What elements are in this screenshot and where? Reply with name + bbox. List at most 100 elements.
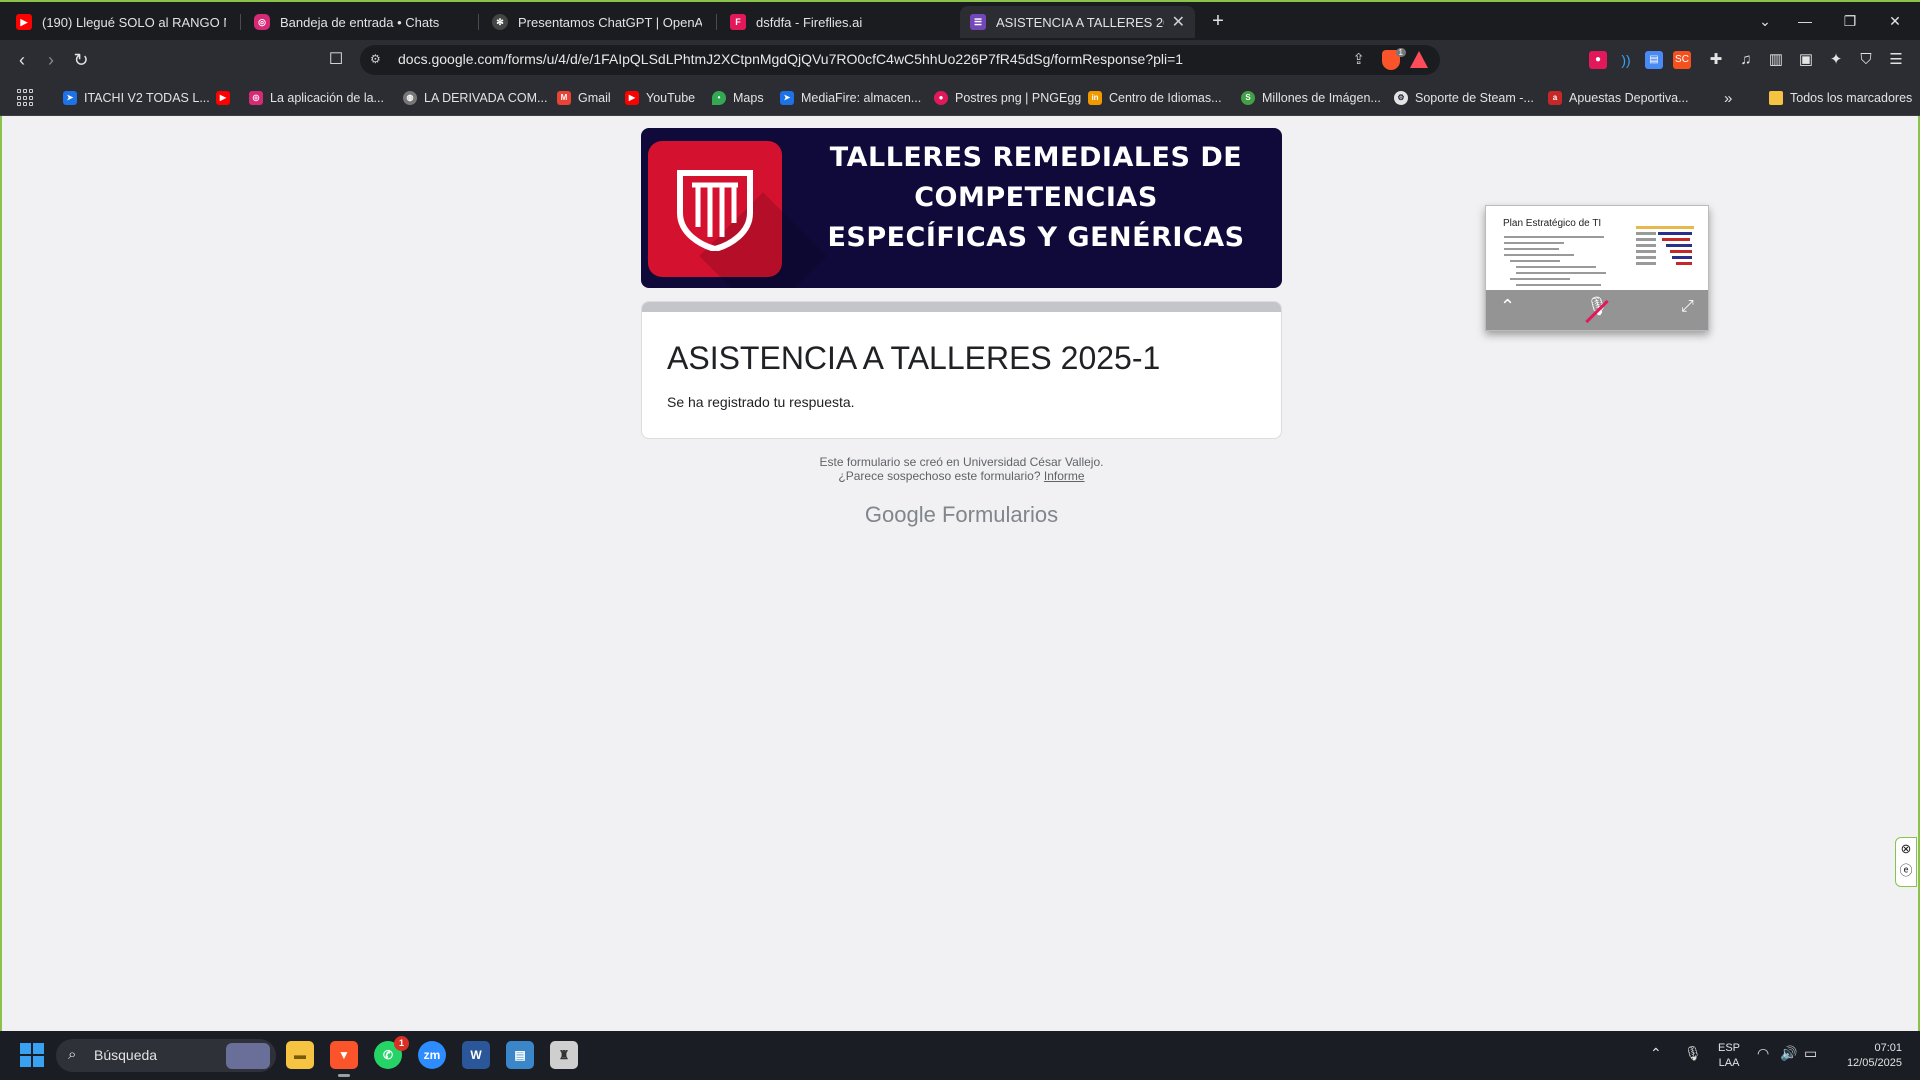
- show-hidden-icons-chevron-icon[interactable]: ⌃: [1650, 1045, 1662, 1062]
- slide-chart-row: [1636, 238, 1656, 241]
- extension-circle-icon[interactable]: ⓔ: [1896, 860, 1916, 882]
- card-accent-bar: [642, 302, 1281, 312]
- bookmark-label: LA DERIVADA COM...: [424, 91, 548, 105]
- menu-icon[interactable]: ☰: [1887, 51, 1905, 69]
- docs-extension-icon[interactable]: ▤: [1645, 51, 1663, 69]
- suspicious-question: ¿Parece sospechoso este formulario?: [838, 469, 1041, 483]
- tab-asistencia[interactable]: ☰ ASISTENCIA A TALLERES 2025- ✕: [960, 6, 1195, 38]
- expand-icon[interactable]: ⤢: [1681, 298, 1694, 316]
- bookmark-label: MediaFire: almacen...: [801, 91, 922, 105]
- tab-chatgpt[interactable]: ✻ Presentamos ChatGPT | OpenAI: [482, 6, 712, 38]
- maps-icon: •: [712, 91, 726, 105]
- bookmark-item[interactable]: a Apuestas Deportiva...: [1548, 89, 1689, 107]
- media-icon[interactable]: ♫: [1737, 51, 1755, 69]
- battery-icon[interactable]: ▭: [1804, 1045, 1817, 1062]
- bookmark-icon[interactable]: ☐: [323, 48, 349, 72]
- google-forms-brand[interactable]: Google Formularios: [641, 502, 1282, 528]
- tab-instagram[interactable]: ◎ Bandeja de entrada • Chats: [244, 6, 474, 38]
- picture-in-picture-preview[interactable]: Plan Estratégico de TI ⌃ 🎙 ⤢: [1485, 205, 1709, 331]
- restore-icon[interactable]: ❐: [1830, 8, 1870, 34]
- bookmark-item[interactable]: M Gmail: [557, 89, 611, 107]
- tab-separator: [716, 14, 717, 30]
- brave-rewards-icon[interactable]: [1410, 51, 1428, 68]
- sc-extension-icon[interactable]: SC: [1673, 51, 1691, 69]
- bookmark-item[interactable]: ➤ ITACHI V2 TODAS L...: [63, 89, 210, 107]
- vpn-shield-icon[interactable]: ⛉: [1857, 51, 1875, 69]
- shields-badge: 1: [1395, 48, 1406, 57]
- bookmark-item[interactable]: ⚙ Soporte de Steam -...: [1394, 89, 1534, 107]
- notepad-icon[interactable]: ▤: [506, 1041, 534, 1069]
- audio-extension-icon[interactable]: )): [1617, 51, 1635, 69]
- fireflies-extension-icon[interactable]: ●: [1589, 51, 1607, 69]
- bookmark-label: La aplicación de la...: [270, 91, 384, 105]
- mediafire-icon: ➤: [780, 91, 794, 105]
- volume-icon[interactable]: 🔊: [1780, 1045, 1797, 1062]
- slide-line: [1516, 272, 1606, 274]
- word-icon[interactable]: W: [462, 1041, 490, 1069]
- tab-title: ASISTENCIA A TALLERES 2025-: [996, 14, 1164, 30]
- wallet-icon[interactable]: ▣: [1797, 51, 1815, 69]
- url-text[interactable]: docs.google.com/forms/u/4/d/e/1FAIpQLSdL…: [398, 51, 1183, 67]
- leo-ai-icon[interactable]: ✦: [1827, 51, 1845, 69]
- forward-icon[interactable]: ›: [38, 48, 64, 72]
- slide-chart-row: [1636, 256, 1656, 259]
- extensions-puzzle-icon[interactable]: ✚: [1707, 51, 1725, 69]
- share-icon[interactable]: ⇪: [1352, 50, 1365, 68]
- windows-start-icon[interactable]: [20, 1043, 44, 1067]
- close-window-icon[interactable]: ✕: [1875, 8, 1915, 34]
- bookmark-item[interactable]: • Maps: [712, 89, 764, 107]
- zoom-icon[interactable]: zm: [418, 1041, 446, 1069]
- bookmark-label: Millones de Imágen...: [1262, 91, 1381, 105]
- new-tab-button[interactable]: +: [1205, 8, 1231, 34]
- app-icon[interactable]: ♜: [550, 1041, 578, 1069]
- report-link[interactable]: Informe: [1044, 469, 1085, 483]
- slide-line: [1510, 260, 1560, 262]
- forms-wordmark: Formularios: [941, 502, 1059, 527]
- shield-logo-icon: [677, 170, 753, 251]
- bookmark-item[interactable]: ▶: [216, 89, 237, 107]
- bookmarks-bar: ➤ ITACHI V2 TODAS L... ▶ ◎ La aplicación d…: [0, 80, 1920, 116]
- banner-line: ESPECÍFICAS Y GENÉRICAS: [827, 222, 1245, 253]
- back-icon[interactable]: ‹: [9, 48, 35, 72]
- banner-line: COMPETENCIAS: [914, 182, 1158, 213]
- reload-icon[interactable]: ↻: [68, 48, 94, 72]
- slide-line: [1504, 236, 1604, 238]
- chevron-up-icon[interactable]: ⌃: [1500, 296, 1515, 317]
- slide-chart-row: [1636, 250, 1656, 253]
- more-bookmarks-button[interactable]: »: [1724, 89, 1732, 107]
- fireflies-icon: F: [730, 14, 746, 30]
- apps-grid-icon[interactable]: [17, 89, 35, 107]
- file-explorer-icon[interactable]: ▬: [286, 1041, 314, 1069]
- tab-fireflies[interactable]: F dsfdfa - Fireflies.ai: [720, 6, 950, 38]
- bookmark-item[interactable]: ◎ La aplicación de la...: [249, 89, 384, 107]
- bookmark-item[interactable]: S Millones de Imágen...: [1241, 89, 1381, 107]
- bookmark-label: Apuestas Deportiva...: [1569, 91, 1689, 105]
- bookmark-item[interactable]: in Centro de Idiomas...: [1088, 89, 1222, 107]
- all-bookmarks-folder[interactable]: Todos los marcadores: [1769, 89, 1912, 107]
- language-indicator[interactable]: ESP LAA: [1718, 1041, 1740, 1071]
- side-widget[interactable]: ⊗ ⓔ: [1895, 837, 1917, 887]
- wifi-icon[interactable]: ◠: [1757, 1045, 1769, 1062]
- bookmark-item[interactable]: ➤ MediaFire: almacen...: [780, 89, 921, 107]
- bookmark-item[interactable]: ● Postres png | PNGEgg: [934, 89, 1081, 107]
- taskbar-search-box[interactable]: ⌕ Búsqueda: [56, 1039, 276, 1072]
- clock[interactable]: 07:01 12/05/2025: [1832, 1041, 1902, 1071]
- youtube-icon: ▶: [16, 14, 32, 30]
- bookmark-item[interactable]: ▶ YouTube: [625, 89, 695, 107]
- close-circle-icon[interactable]: ⊗: [1896, 838, 1916, 860]
- bookmark-item[interactable]: ◍ LA DERIVADA COM...: [403, 89, 547, 107]
- address-bar[interactable]: ⚙ docs.google.com/forms/u/4/d/e/1FAIpQLS…: [360, 45, 1440, 75]
- whatsapp-icon[interactable]: ✆ 1: [374, 1036, 409, 1069]
- brave-browser-icon[interactable]: ▼: [330, 1041, 358, 1077]
- tab-search-chevron-icon[interactable]: ⌄: [1745, 8, 1785, 34]
- site-settings-icon[interactable]: ⚙: [370, 52, 386, 68]
- close-tab-icon[interactable]: ✕: [1164, 12, 1185, 32]
- minimize-icon[interactable]: —: [1785, 8, 1825, 34]
- sidebar-icon[interactable]: ▥: [1767, 51, 1785, 69]
- bookmark-label: Soporte de Steam -...: [1415, 91, 1534, 105]
- tab-youtube[interactable]: ▶ (190) Llegué SOLO al RANGO MÁS A: [6, 6, 236, 38]
- slide-chart-bar: [1662, 238, 1690, 241]
- tab-title: Presentamos ChatGPT | OpenAI: [518, 14, 702, 30]
- instagram-icon: ◎: [254, 14, 270, 30]
- microphone-icon[interactable]: 🎙: [1684, 1045, 1702, 1062]
